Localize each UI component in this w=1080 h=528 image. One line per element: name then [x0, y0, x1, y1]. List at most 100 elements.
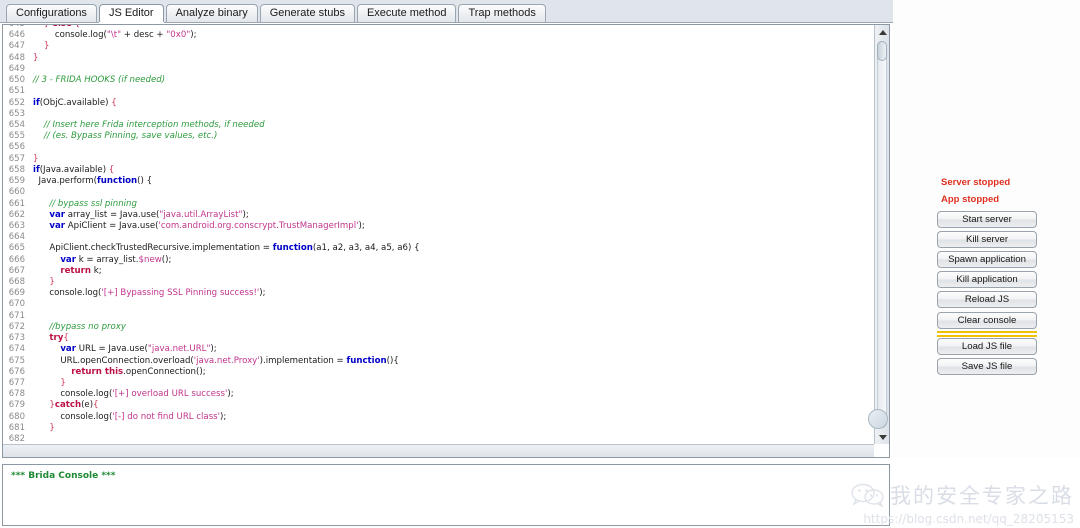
line-source — [29, 64, 873, 75]
kill-application-button[interactable]: Kill application — [937, 271, 1037, 288]
line-number: 659 — [3, 176, 29, 188]
code-line: 668 } — [3, 277, 873, 289]
line-source: ApiClient.checkTrustedRecursive.implemen… — [33, 243, 420, 254]
code-line: 662 var array_list = Java.use("java.util… — [3, 209, 873, 221]
line-source: var URL = Java.use("java.net.URL"); — [60, 344, 217, 355]
line-source: //bypass no proxy — [33, 321, 126, 332]
status-app: App stopped — [941, 194, 1000, 205]
code-line: 671 — [3, 310, 873, 322]
code-line: 680 console.log('[-] do not find URL cla… — [3, 411, 873, 423]
line-source: // bypass ssl pinning — [33, 198, 137, 209]
scrollbar-grip-icon[interactable] — [868, 409, 888, 429]
code-line: 650 // 3 - FRIDA HOOKS (if needed) — [3, 75, 873, 87]
line-number: 675 — [3, 355, 29, 367]
line-number: 671 — [3, 310, 29, 322]
line-number: 646 — [3, 30, 29, 42]
clear-console-button[interactable]: Clear console — [937, 312, 1037, 329]
line-number: 661 — [3, 198, 29, 210]
code-line: 661 // bypass ssl pinning — [3, 198, 873, 210]
load-js-file-button[interactable]: Load JS file — [937, 338, 1037, 355]
line-number: 653 — [3, 108, 29, 120]
scroll-up-arrow-icon[interactable] — [875, 25, 890, 39]
line-source: Java.perform(function() { — [33, 176, 153, 187]
line-number: 651 — [3, 86, 29, 98]
watermark-cn-text: 我的安全专家之路 — [890, 484, 1074, 508]
editor-horizontal-scrollbar[interactable] — [3, 444, 874, 457]
line-number: 670 — [3, 299, 29, 311]
line-source — [29, 142, 873, 153]
code-line: 673 try{ — [3, 333, 873, 345]
line-source — [29, 86, 873, 97]
code-line: 666 var k = array_list.$new(); — [3, 254, 873, 266]
code-line: 646 console.log("\t" + desc + "0x0"); — [3, 30, 873, 42]
spawn-application-button[interactable]: Spawn application — [937, 251, 1037, 268]
code-line: 665 ApiClient.checkTrustedRecursive.impl… — [3, 243, 873, 255]
tab-execute-method[interactable]: Execute method — [356, 4, 457, 22]
code-line: 659 Java.perform(function() { — [3, 176, 873, 188]
line-source — [29, 109, 873, 120]
code-line: 672 //bypass no proxy — [3, 321, 873, 334]
code-line: 679 }catch(e){ — [3, 400, 873, 412]
code-line: 655 // (es. Bypass Pinning, save values,… — [3, 131, 873, 143]
line-number: 664 — [3, 232, 29, 244]
code-lines: 645 } else {646 console.log("\t" + desc … — [3, 25, 873, 444]
line-source: var k = array_list.$new(); — [60, 254, 172, 265]
save-js-file-button[interactable]: Save JS file — [937, 358, 1037, 375]
scrollbar-thumb[interactable] — [877, 41, 887, 61]
scroll-down-arrow-icon[interactable] — [875, 430, 890, 444]
line-number: 666 — [3, 254, 29, 266]
reload-js-button[interactable]: Reload JS — [937, 291, 1037, 308]
start-server-button[interactable]: Start server — [937, 211, 1037, 228]
tab-configurations[interactable]: Configurations — [6, 4, 97, 22]
line-number: 660 — [3, 187, 29, 199]
line-number: 678 — [3, 389, 29, 401]
code-line: 660 — [3, 187, 873, 199]
brida-console-panel[interactable]: *** Brida Console *** — [2, 464, 890, 526]
line-source: } — [60, 378, 66, 388]
line-source — [29, 434, 873, 444]
line-source: if(ObjC.available) { — [33, 97, 117, 108]
line-source: return this.openConnection(); — [71, 366, 206, 377]
code-line: 657} — [3, 153, 873, 165]
line-number: 680 — [3, 411, 29, 423]
code-line: 674 var URL = Java.use("java.net.URL"); — [3, 344, 873, 356]
code-line: 682 — [3, 434, 873, 444]
line-number: 657 — [3, 153, 29, 165]
control-panel: Server stopped App stopped Start server Kil… — [893, 0, 1080, 458]
line-number: 674 — [3, 344, 29, 356]
line-number: 667 — [3, 265, 29, 278]
line-number: 652 — [3, 97, 29, 109]
tab-generate-stubs[interactable]: Generate stubs — [259, 4, 355, 22]
line-number: 655 — [3, 131, 29, 143]
line-source: // 3 - FRIDA HOOKS (if needed) — [33, 75, 166, 86]
line-source: } — [49, 422, 55, 433]
js-editor-text-area[interactable]: 645 } else {646 console.log("\t" + desc … — [3, 25, 873, 444]
line-number: 658 — [3, 164, 29, 177]
line-number: 647 — [3, 41, 29, 53]
line-number: 648 — [3, 52, 29, 64]
code-line: 676 return this.openConnection(); — [3, 366, 873, 378]
code-line: 669 console.log('[+] Bypassing SSL Pinni… — [3, 288, 873, 300]
kill-server-button[interactable]: Kill server — [937, 231, 1037, 248]
scrollbar-track[interactable] — [877, 41, 887, 428]
line-source — [29, 299, 873, 310]
line-number: 649 — [3, 63, 29, 76]
code-line: 653 — [3, 108, 873, 120]
line-source: console.log('[+] overload URL success'); — [33, 389, 234, 400]
line-source: URL.openConnection.overload('java.net.Pr… — [33, 355, 399, 366]
tab-analyze-binary[interactable]: Analyze binary — [165, 4, 258, 22]
js-editor-panel[interactable]: 645 } else {646 console.log("\t" + desc … — [2, 24, 890, 458]
tab-js-editor[interactable]: JS Editor — [98, 4, 164, 22]
editor-vertical-scrollbar[interactable] — [868, 25, 890, 444]
status-server: Server stopped — [941, 177, 1011, 188]
tab-trap-methods[interactable]: Trap methods — [458, 4, 546, 22]
line-number: 673 — [3, 333, 29, 345]
code-line: 670 — [3, 299, 873, 311]
line-number: 663 — [3, 220, 29, 233]
code-line: 658 if(Java.available) { — [3, 164, 873, 177]
code-line: 649 — [3, 63, 873, 76]
line-number: 681 — [3, 422, 29, 435]
code-line: 663 var ApiClient = Java.use('com.androi… — [3, 220, 873, 233]
line-source: console.log("\t" + desc + "0x0"); — [33, 30, 197, 41]
line-number: 656 — [3, 142, 29, 154]
